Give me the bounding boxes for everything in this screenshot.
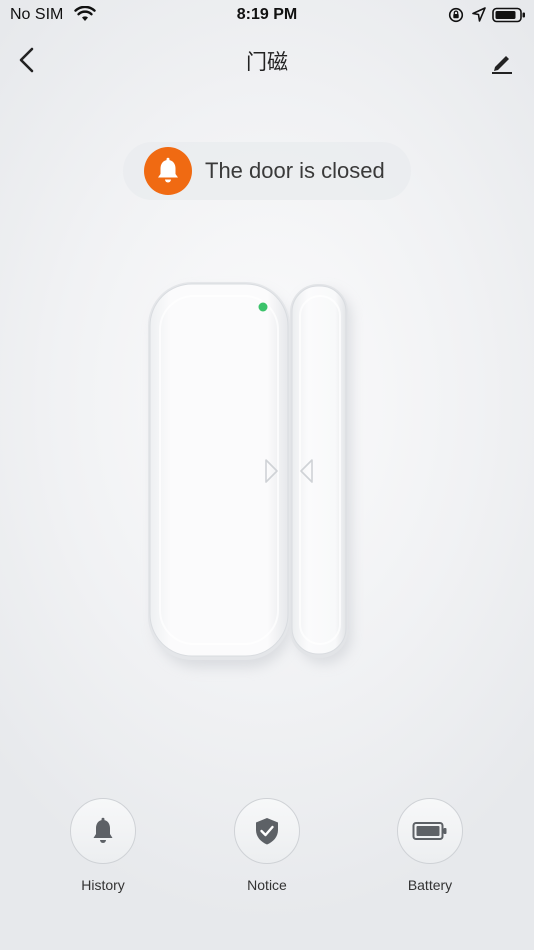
history-label: History bbox=[81, 877, 125, 893]
shield-check-icon bbox=[256, 818, 278, 845]
battery-label: Battery bbox=[407, 877, 453, 893]
status-led bbox=[258, 302, 268, 312]
bell-icon bbox=[93, 817, 113, 843]
door-sensor-illustration bbox=[148, 282, 352, 668]
battery-icon bbox=[412, 822, 447, 840]
battery-button[interactable]: Battery bbox=[370, 798, 490, 893]
sensor-body bbox=[148, 282, 290, 660]
sensor-magnet bbox=[290, 284, 348, 658]
notice-label: Notice bbox=[247, 877, 287, 893]
notice-button[interactable]: Notice bbox=[207, 798, 327, 893]
battery-button-circle[interactable] bbox=[397, 798, 463, 864]
notice-button-circle[interactable] bbox=[234, 798, 300, 864]
history-button-circle[interactable] bbox=[70, 798, 136, 864]
history-button[interactable]: History bbox=[43, 798, 163, 893]
action-bar: History Notice Battery bbox=[0, 798, 534, 908]
